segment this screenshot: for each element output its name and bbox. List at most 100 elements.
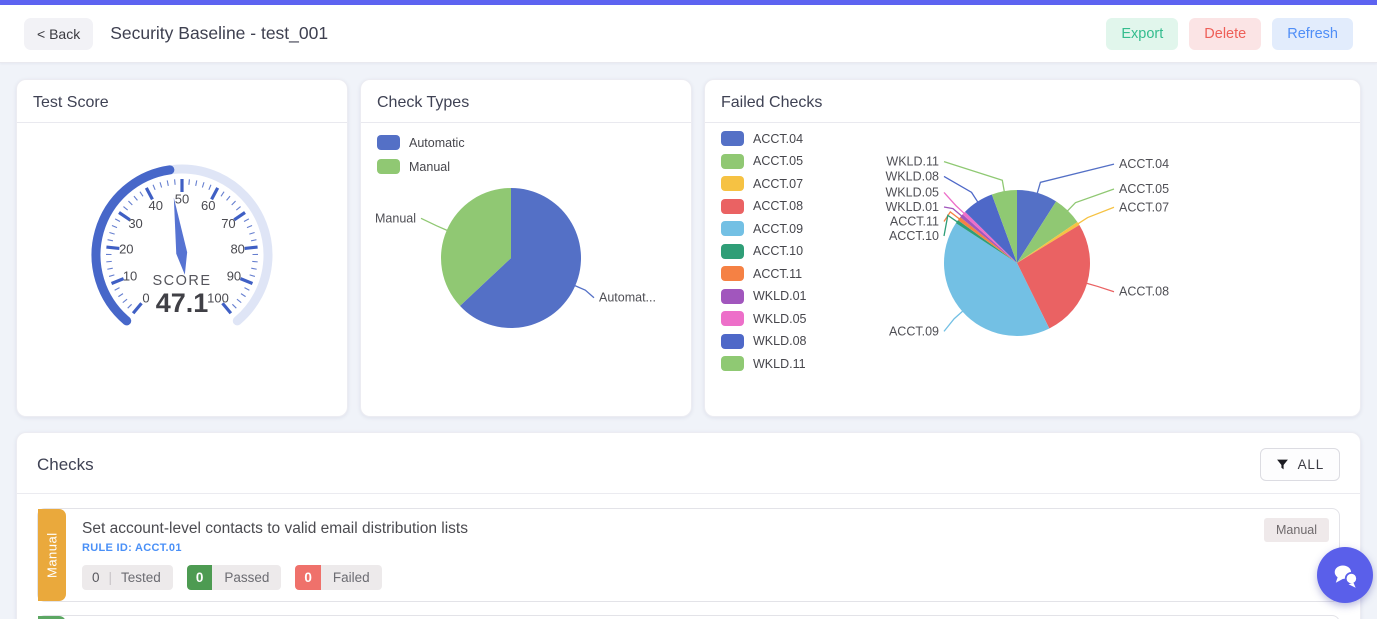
failed-label: Failed xyxy=(321,565,382,590)
passed-badge: 0 Passed xyxy=(187,565,282,590)
svg-text:0: 0 xyxy=(142,290,149,305)
page-header: < Back Security Baseline - test_001 Expo… xyxy=(0,5,1377,63)
legend-label: ACCT.04 xyxy=(753,132,803,146)
legend-item-ACCT.10[interactable]: ACCT.10 xyxy=(721,244,817,259)
svg-text:80: 80 xyxy=(230,242,244,257)
legend-item-WKLD.01[interactable]: WKLD.01 xyxy=(721,289,817,304)
legend-item-ACCT.05[interactable]: ACCT.05 xyxy=(721,154,817,169)
pie-label-ACCT.09: ACCT.09 xyxy=(889,324,939,338)
check-item[interactable]: Manual Set account-level contacts to val… xyxy=(37,508,1340,602)
check-item[interactable]: Automatic Restrict use of the root user … xyxy=(37,615,1340,619)
pie-label-WKLD.11: WKLD.11 xyxy=(886,155,939,169)
svg-text:70: 70 xyxy=(221,216,235,231)
main-content: Test Score 0102030405060708090100SCORE47… xyxy=(0,63,1377,619)
pie-label-ACCT.08: ACCT.08 xyxy=(1119,285,1169,299)
svg-text:60: 60 xyxy=(201,198,215,213)
failed-badge: 0 Failed xyxy=(295,565,381,590)
legend-label: WKLD.05 xyxy=(753,312,807,326)
checks-card: Checks ALL Manual Set account-level cont… xyxy=(16,432,1361,619)
svg-text:40: 40 xyxy=(148,198,162,213)
checks-list: Manual Set account-level contacts to val… xyxy=(17,494,1360,619)
legend-swatch xyxy=(721,356,744,371)
passed-count: 0 xyxy=(187,565,213,590)
legend-item-WKLD.08[interactable]: WKLD.08 xyxy=(721,334,817,349)
back-button[interactable]: < Back xyxy=(24,18,93,50)
checks-header: Checks ALL xyxy=(17,433,1360,494)
legend-label: WKLD.01 xyxy=(753,289,807,303)
check-types-legend: Automatic Manual xyxy=(377,135,675,174)
filter-all-label: ALL xyxy=(1298,457,1324,472)
export-button[interactable]: Export xyxy=(1106,18,1178,50)
refresh-button[interactable]: Refresh xyxy=(1272,18,1353,50)
check-title: Set account-level contacts to valid emai… xyxy=(82,520,1323,538)
pie-label-WKLD.01: WKLD.01 xyxy=(886,200,940,214)
svg-text:47.1: 47.1 xyxy=(156,288,209,318)
header-actions: Export Delete Refresh xyxy=(1106,18,1353,50)
legend-item-ACCT.09[interactable]: ACCT.09 xyxy=(721,221,817,236)
check-types-card: Check Types AutomaticManual Automat...Ma… xyxy=(360,79,692,417)
svg-text:50: 50 xyxy=(175,192,189,207)
legend-label: Manual xyxy=(409,160,450,174)
pie-label-ACCT.07: ACCT.07 xyxy=(1119,200,1169,214)
legend-item-WKLD.05[interactable]: WKLD.05 xyxy=(721,311,817,326)
legend-swatch xyxy=(721,334,744,349)
filter-all-button[interactable]: ALL xyxy=(1260,448,1340,481)
pie-label-ACCT.10: ACCT.10 xyxy=(889,229,939,243)
failed-checks-card-title: Failed Checks xyxy=(705,80,1360,123)
pie-label-WKLD.08: WKLD.08 xyxy=(886,169,940,183)
pie-label-ACCT.05: ACCT.05 xyxy=(1119,182,1169,196)
check-type-badge: Manual xyxy=(1264,518,1329,542)
check-body: Set account-level contacts to valid emai… xyxy=(66,509,1339,601)
checks-title: Checks xyxy=(37,455,94,475)
legend-swatch xyxy=(377,159,400,174)
pie-label-Automat...: Automat... xyxy=(599,291,656,305)
legend-item-Manual[interactable]: Manual xyxy=(377,159,675,174)
svg-text:100: 100 xyxy=(207,290,229,305)
page-title: Security Baseline - test_001 xyxy=(110,23,328,44)
legend-label: ACCT.07 xyxy=(753,177,803,191)
legend-swatch xyxy=(721,266,744,281)
passed-label: Passed xyxy=(212,565,281,590)
failed-checks-pie: ACCT.04ACCT.05ACCT.07ACCT.08WKLD.11WKLD.… xyxy=(817,123,1332,403)
legend-swatch xyxy=(377,135,400,150)
legend-label: ACCT.09 xyxy=(753,222,803,236)
failed-checks-legend: ACCT.04 ACCT.05 ACCT.07 ACCT.08 ACCT.09 ACCT.… xyxy=(705,123,817,403)
pie-label-ACCT.11: ACCT.11 xyxy=(890,214,939,228)
failed-checks-card: Failed Checks ACCT.04ACCT.05ACCT.07ACCT.… xyxy=(704,79,1361,417)
svg-text:10: 10 xyxy=(123,268,137,283)
legend-swatch xyxy=(721,289,744,304)
delete-button[interactable]: Delete xyxy=(1189,18,1261,50)
test-score-card-title: Test Score xyxy=(17,80,347,123)
legend-label: Automatic xyxy=(409,136,465,150)
tested-badge: 0 | Tested xyxy=(82,565,173,590)
legend-item-ACCT.07[interactable]: ACCT.07 xyxy=(721,176,817,191)
chat-fab-button[interactable] xyxy=(1317,547,1373,603)
test-score-card: Test Score 0102030405060708090100SCORE47… xyxy=(16,79,348,417)
score-gauge: 0102030405060708090100SCORE47.1 xyxy=(32,143,332,341)
legend-label: ACCT.11 xyxy=(753,267,802,281)
tested-count: 0 xyxy=(82,565,104,590)
legend-swatch xyxy=(721,244,744,259)
legend-label: WKLD.08 xyxy=(753,334,807,348)
legend-item-Automatic[interactable]: Automatic xyxy=(377,135,675,150)
legend-item-ACCT.08[interactable]: ACCT.08 xyxy=(721,199,817,214)
rule-id-link[interactable]: RULE ID: ACCT.01 xyxy=(82,542,182,554)
legend-swatch xyxy=(721,311,744,326)
check-stats: 0 | Tested 0 Passed 0 Failed xyxy=(82,565,1323,590)
tested-separator: | xyxy=(104,570,118,585)
legend-swatch xyxy=(721,221,744,236)
legend-swatch xyxy=(721,154,744,169)
tested-label: Tested xyxy=(117,565,173,590)
legend-item-ACCT.04[interactable]: ACCT.04 xyxy=(721,131,817,146)
legend-label: WKLD.11 xyxy=(753,357,806,371)
legend-label: ACCT.08 xyxy=(753,199,803,213)
legend-swatch xyxy=(721,199,744,214)
legend-item-ACCT.11[interactable]: ACCT.11 xyxy=(721,266,817,281)
pie-label-WKLD.05: WKLD.05 xyxy=(886,185,940,199)
legend-swatch xyxy=(721,131,744,146)
pie-label-Manual: Manual xyxy=(375,211,416,225)
failed-checks-body: ACCT.04 ACCT.05 ACCT.07 ACCT.08 ACCT.09 ACCT.… xyxy=(705,123,1360,403)
charts-row: Test Score 0102030405060708090100SCORE47… xyxy=(16,79,1361,417)
filter-funnel-icon xyxy=(1276,458,1289,471)
legend-item-WKLD.11[interactable]: WKLD.11 xyxy=(721,356,817,371)
